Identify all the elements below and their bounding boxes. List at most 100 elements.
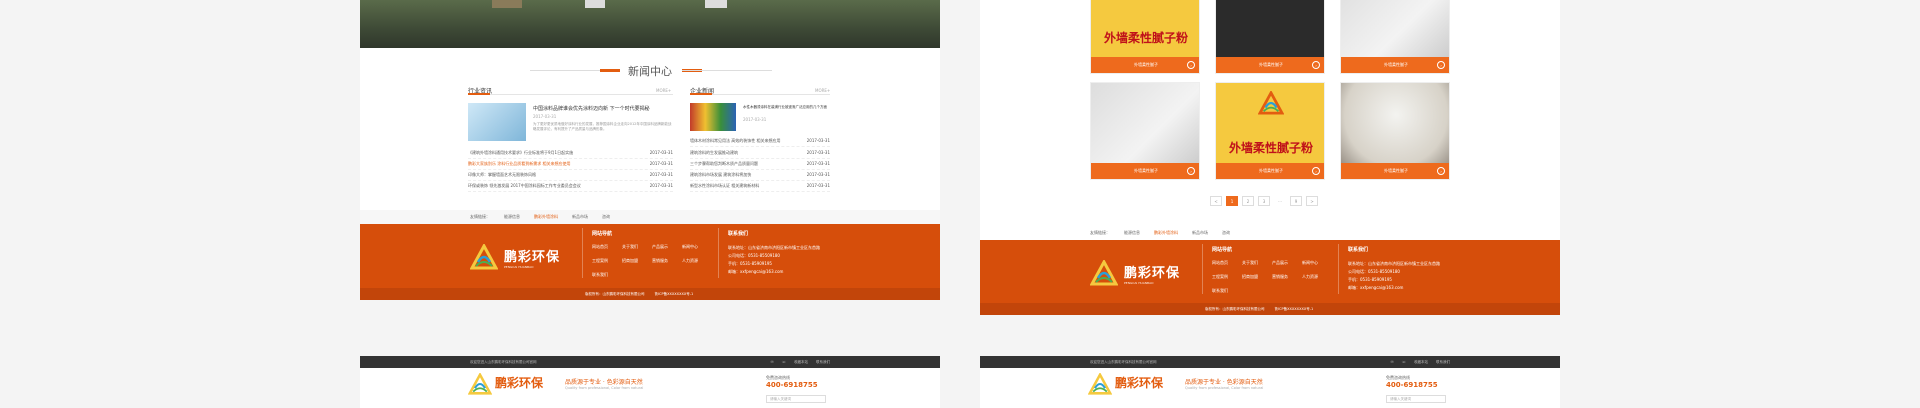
contact-address: 联系地址：山东省济南市济阳区新市镇工业区东首路 bbox=[1348, 261, 1440, 266]
hero-thumb bbox=[492, 0, 522, 8]
bookmark-link[interactable]: 收藏本站 bbox=[794, 360, 808, 365]
footer-nav-link[interactable]: 新闻中心 bbox=[1302, 260, 1332, 266]
logo-icon[interactable] bbox=[1088, 373, 1112, 395]
contact-phone: 公司电话：0531-85509180 bbox=[728, 253, 780, 258]
footer-nav-link[interactable]: 营销服务 bbox=[652, 258, 682, 264]
welcome-text: 欢迎您进入山东鹏彩环保科技有限公司官网 bbox=[470, 359, 537, 364]
wechat-icon[interactable]: ☏ bbox=[1402, 360, 1406, 365]
company-lead-title[interactable]: 水性木器漆涂料在装潢行业被逐渐广泛应用的几个方面 bbox=[743, 105, 833, 110]
footer-brand-name: 鹏彩环保 bbox=[504, 249, 561, 265]
footer-nav-link[interactable]: 人力资源 bbox=[1302, 274, 1332, 280]
brand-name: 鹏彩环保 bbox=[495, 376, 544, 390]
product-card[interactable]: 外墙柔性腻子粉 外墙柔性腻子 › bbox=[1090, 0, 1200, 74]
friend-link[interactable]: 鹏彩外墙涂料 bbox=[1154, 230, 1178, 236]
slogan-en: Quality from professional, Color from na… bbox=[1185, 386, 1264, 390]
news-list-item[interactable]: 三个步骤帮助您判断木质产品质量问题 2017-03-31 bbox=[690, 161, 830, 170]
friend-link[interactable]: 咨询 bbox=[1222, 230, 1230, 236]
arrow-right-icon: › bbox=[1312, 167, 1320, 175]
footer-nav-link[interactable]: 营销服务 bbox=[1272, 274, 1302, 280]
news-list-item[interactable]: 新型水性涂料市场认证 相关建筑新材料 2017-03-31 bbox=[690, 183, 830, 192]
site-footer: 鹏彩环保 PENGCAI HUANBAO 网站导航 网站首页 关于我们 产品展示… bbox=[360, 224, 940, 288]
logo-icon bbox=[470, 244, 498, 270]
page-button[interactable]: 2 bbox=[1242, 196, 1254, 206]
news-list-item[interactable]: 环保或装饰 领先激发展 2017中国涂料园标工作专业委员会会议 2017-03-3… bbox=[468, 183, 673, 192]
news-list-item[interactable]: 建筑涂料市场发展 建筑涂料将加快 2017-03-31 bbox=[690, 172, 830, 181]
product-page-mock: 外墙柔性腻子粉 外墙柔性腻子 › 外墙柔性腻子 › 外墙柔性腻子 › 外墙柔性腻子 › … bbox=[980, 0, 1560, 315]
prev-page-button[interactable]: < bbox=[1210, 196, 1222, 206]
arrow-right-icon: › bbox=[1187, 167, 1195, 175]
contact-mobile: 手机：0531-85909195 bbox=[728, 261, 772, 266]
footer-nav-link[interactable]: 联系我们 bbox=[592, 272, 622, 278]
logo-icon[interactable] bbox=[468, 373, 492, 395]
footer-nav-link[interactable]: 网站首页 bbox=[592, 244, 622, 250]
footer-nav-link[interactable]: 新闻中心 bbox=[682, 244, 712, 250]
friend-link[interactable]: 鹏彩外墙涂料 bbox=[534, 214, 558, 220]
search-input[interactable]: 请输入关键词 bbox=[1386, 395, 1446, 403]
friend-link[interactable]: 能源信息 bbox=[1124, 230, 1140, 236]
friend-link[interactable]: 新品市场 bbox=[572, 214, 588, 220]
footer-brand: 鹏彩环保 PENGCAI HUANBAO bbox=[1090, 260, 1180, 286]
news-thumbnail[interactable] bbox=[690, 103, 736, 131]
contact-link[interactable]: 联系我们 bbox=[816, 360, 830, 365]
product-card[interactable]: 外墙柔性腻子 › bbox=[1090, 82, 1200, 180]
news-thumbnail[interactable] bbox=[468, 103, 526, 141]
footer-nav-heading: 网站导航 bbox=[592, 231, 613, 237]
friend-links-label: 友情链接： bbox=[1090, 230, 1110, 235]
page-button[interactable]: 3 bbox=[1258, 196, 1270, 206]
news-list-item[interactable]: 《建筑外墙涂料通用技术要求》行业标准将于9月1日起实施 2017-03-31 bbox=[468, 150, 673, 159]
next-page-button[interactable]: > bbox=[1306, 196, 1318, 206]
product-card[interactable]: 外墙柔性腻子 › bbox=[1340, 82, 1450, 180]
divider bbox=[690, 93, 830, 95]
site-header: 鹏彩环保 品质源于专业 · 色彩源自天然 Quality from profes… bbox=[980, 368, 1560, 408]
search-input[interactable]: 请输入关键词 bbox=[766, 395, 826, 403]
news-list-item[interactable]: 墙体木材涂料常见用法 高效的装饰性 相关来想应用 2017-03-31 bbox=[690, 138, 830, 147]
news-list-item[interactable]: 鹏彩大家族别乐 涂料行业品质看到新需求 相关来想应使用 2017-03-31 bbox=[468, 161, 673, 170]
product-card[interactable]: 外墙柔性腻子 › bbox=[1340, 0, 1450, 74]
news-list-item[interactable]: 建筑涂料的生发展推动建筑 2017-03-31 bbox=[690, 150, 830, 159]
footer-contact: 联系地址：山东省济南市济阳区新市镇工业区东首路 公司电话：0531-855091… bbox=[1348, 260, 1440, 292]
friend-link[interactable]: 能源信息 bbox=[504, 214, 520, 220]
friend-link[interactable]: 新品市场 bbox=[1192, 230, 1208, 236]
wechat-icon[interactable]: ☏ bbox=[782, 360, 786, 365]
weibo-icon[interactable]: ✉ bbox=[1391, 360, 1394, 365]
logo-icon bbox=[1258, 91, 1284, 115]
news-list-item[interactable]: 印像大师：掌握墙面艺术无限装饰风格 2017-03-31 bbox=[468, 172, 673, 181]
footer-nav-link[interactable]: 工程案例 bbox=[1212, 274, 1242, 280]
product-card[interactable]: 外墙柔性腻子 › bbox=[1215, 0, 1325, 74]
friend-links-label: 友情链接： bbox=[470, 214, 490, 219]
footer-nav-link[interactable]: 招商加盟 bbox=[622, 258, 652, 264]
footer-nav-link[interactable]: 联系我们 bbox=[1212, 288, 1242, 294]
footer-nav: 网站首页 关于我们 产品展示 新闻中心 工程案例 招商加盟 营销服务 人力资源 … bbox=[1212, 260, 1332, 294]
industry-more-link[interactable]: MORE+ bbox=[656, 88, 671, 93]
top-bar: 欢迎您进入山东鹏彩环保科技有限公司官网 ✉ ☏ 收藏本站 联系我们 bbox=[360, 356, 940, 368]
industry-lead-desc: 为了更好更优质地做好涂料行业的发展，推荐国涂料企业走向2012年中国涂料品牌新能… bbox=[533, 122, 672, 131]
industry-lead-title[interactable]: 中国涂料品牌谁会优先涂料迈向新 下一个时代要揭秘 bbox=[533, 105, 650, 112]
top-bar: 欢迎您进入山东鹏彩环保科技有限公司官网 ✉ ☏ 收藏本站 联系我们 bbox=[980, 356, 1560, 368]
friend-link[interactable]: 咨询 bbox=[602, 214, 610, 220]
product-name: 外墙柔性腻子 bbox=[1384, 62, 1408, 67]
footer-nav-link[interactable]: 招商加盟 bbox=[1242, 274, 1272, 280]
friend-links-bar: 友情链接： 能源信息 鹏彩外墙涂料 新品市场 咨询 bbox=[980, 226, 1560, 240]
page-button[interactable]: 9 bbox=[1290, 196, 1302, 206]
product-banner-text: 外墙柔性腻子粉 bbox=[1103, 31, 1188, 45]
footer-nav-link[interactable]: 网站首页 bbox=[1212, 260, 1242, 266]
hero-thumb bbox=[705, 0, 727, 8]
company-more-link[interactable]: MORE+ bbox=[815, 88, 830, 93]
footer-nav-link[interactable]: 关于我们 bbox=[1242, 260, 1272, 266]
weibo-icon[interactable]: ✉ bbox=[771, 360, 774, 365]
bookmark-link[interactable]: 收藏本站 bbox=[1414, 360, 1428, 365]
footer-nav-link[interactable]: 产品展示 bbox=[1272, 260, 1302, 266]
pagination: < 1 2 3 ... 9 > bbox=[1210, 196, 1318, 206]
contact-phone: 公司电话：0531-85509180 bbox=[1348, 269, 1400, 274]
footer-nav-link[interactable]: 产品展示 bbox=[652, 244, 682, 250]
contact-link[interactable]: 联系我们 bbox=[1436, 360, 1450, 365]
footer-nav-link[interactable]: 人力资源 bbox=[682, 258, 712, 264]
product-card[interactable]: 外墙柔性腻子粉 外墙柔性腻子 › bbox=[1215, 82, 1325, 180]
site-footer: 鹏彩环保 PENGCAI HUANBAO 网站导航 网站首页 关于我们 产品展示… bbox=[980, 240, 1560, 304]
hotline-number: 400-6918755 bbox=[1386, 381, 1438, 389]
slogan-en: Quality from professional, Color from na… bbox=[565, 386, 644, 390]
footer-nav-link[interactable]: 关于我们 bbox=[622, 244, 652, 250]
news-page-mock: 新闻中心 行业资讯 MORE+ 中国涂料品牌谁会优先涂料迈向新 下一个时代要揭秘… bbox=[360, 0, 940, 300]
page-button[interactable]: 1 bbox=[1226, 196, 1238, 206]
footer-nav-link[interactable]: 工程案例 bbox=[592, 258, 622, 264]
